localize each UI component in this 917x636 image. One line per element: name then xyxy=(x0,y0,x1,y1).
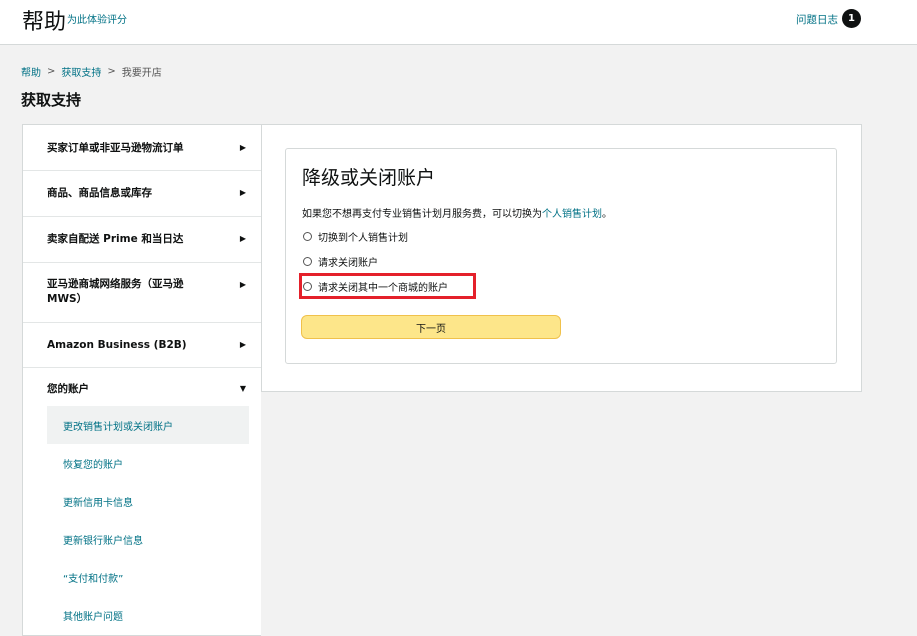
card-title: 降级或关闭账户 xyxy=(302,167,436,189)
caret-right-icon: ▶ xyxy=(239,280,246,289)
option-switch-individual[interactable]: 切换到个人销售计划 xyxy=(303,229,408,244)
description-end: 。 xyxy=(602,209,612,220)
option-label: 切换到个人销售计划 xyxy=(318,233,408,244)
caret-right-icon: ▶ xyxy=(239,188,246,197)
sidebar-category-label: 您的账户 xyxy=(47,383,89,395)
caret-down-icon: ▼ xyxy=(239,384,246,393)
breadcrumb-current: 我要开店 xyxy=(121,68,162,79)
breadcrumb: 帮助 > 获取支持 > 我要开店 xyxy=(21,64,162,79)
sidebar-item-label: 更新银行账户信息 xyxy=(63,536,143,547)
sidebar-item-payments[interactable]: “支付和付款” xyxy=(23,558,261,596)
sidebar-item-change-plan[interactable]: 更改销售计划或关闭账户 xyxy=(47,406,249,444)
sidebar-item-label: 更改销售计划或关闭账户 xyxy=(63,422,173,433)
chevron-right-icon: > xyxy=(107,66,116,77)
sidebar-category-mws[interactable]: 亚马逊商城网络服务（亚马逊 MWS） ▶ xyxy=(23,263,261,323)
sidebar-item-label: 恢复您的账户 xyxy=(63,460,123,471)
sidebar-category-label: 商品、商品信息或库存 xyxy=(47,187,152,199)
issue-log-count-badge[interactable]: 1 xyxy=(842,9,861,28)
sidebar-item-other-account[interactable]: 其他账户问题 xyxy=(23,596,261,634)
rate-experience-link[interactable]: 为此体验评分 xyxy=(67,11,127,26)
card-description: 如果您不想再支付专业销售计划月服务费，可以切换为个人销售计划。 xyxy=(302,205,612,220)
downgrade-card: 降级或关闭账户 如果您不想再支付专业销售计划月服务费，可以切换为个人销售计划。 … xyxy=(285,148,837,364)
page-title: 获取支持 xyxy=(21,91,82,109)
breadcrumb-help[interactable]: 帮助 xyxy=(21,64,41,79)
sidebar-category-label: 买家订单或非亚马逊物流订单 xyxy=(47,142,184,154)
sidebar-item-label: 更新信用卡信息 xyxy=(63,498,133,509)
sidebar-item-label: “支付和付款” xyxy=(63,574,124,585)
sidebar-category-label: Amazon Business (B2B) xyxy=(47,339,187,351)
caret-right-icon: ▶ xyxy=(239,340,246,349)
sidebar-category-products[interactable]: 商品、商品信息或库存 ▶ xyxy=(23,171,261,217)
sidebar-item-restore-account[interactable]: 恢复您的账户 xyxy=(23,444,261,482)
sidebar-category-label: 亚马逊商城网络服务（亚马逊 MWS） xyxy=(47,278,184,305)
radio-button[interactable] xyxy=(303,232,312,241)
highlight-box xyxy=(299,273,476,299)
sidebar: 买家订单或非亚马逊物流订单 ▶ 商品、商品信息或库存 ▶ 卖家自配送 Prime… xyxy=(22,124,261,636)
sidebar-category-buyer-orders[interactable]: 买家订单或非亚马逊物流订单 ▶ xyxy=(23,125,261,171)
individual-plan-link[interactable]: 个人销售计划 xyxy=(542,209,602,220)
option-close-account[interactable]: 请求关闭账户 xyxy=(303,254,378,269)
breadcrumb-get-support[interactable]: 获取支持 xyxy=(61,64,101,79)
caret-right-icon: ▶ xyxy=(239,143,246,152)
option-label: 请求关闭账户 xyxy=(318,258,378,269)
help-title: 帮助 xyxy=(22,10,67,35)
chevron-right-icon: > xyxy=(47,66,56,77)
sidebar-category-your-account[interactable]: 您的账户 ▼ xyxy=(23,368,261,406)
sidebar-item-update-bank[interactable]: 更新银行账户信息 xyxy=(23,520,261,558)
description-text: 如果您不想再支付专业销售计划月服务费，可以切换为 xyxy=(302,209,542,220)
next-page-button[interactable]: 下一页 xyxy=(301,315,561,339)
issue-log-link[interactable]: 问题日志 xyxy=(796,12,838,27)
radio-button[interactable] xyxy=(303,257,312,266)
sidebar-item-label: 其他账户问题 xyxy=(63,612,123,623)
top-header: 帮助 为此体验评分 问题日志 1 xyxy=(0,0,917,45)
sidebar-category-b2b[interactable]: Amazon Business (B2B) ▶ xyxy=(23,323,261,368)
sidebar-item-update-credit-card[interactable]: 更新信用卡信息 xyxy=(23,482,261,520)
sidebar-category-label: 卖家自配送 Prime 和当日达 xyxy=(47,233,184,245)
sidebar-category-prime[interactable]: 卖家自配送 Prime 和当日达 ▶ xyxy=(23,217,261,263)
caret-right-icon: ▶ xyxy=(239,234,246,243)
